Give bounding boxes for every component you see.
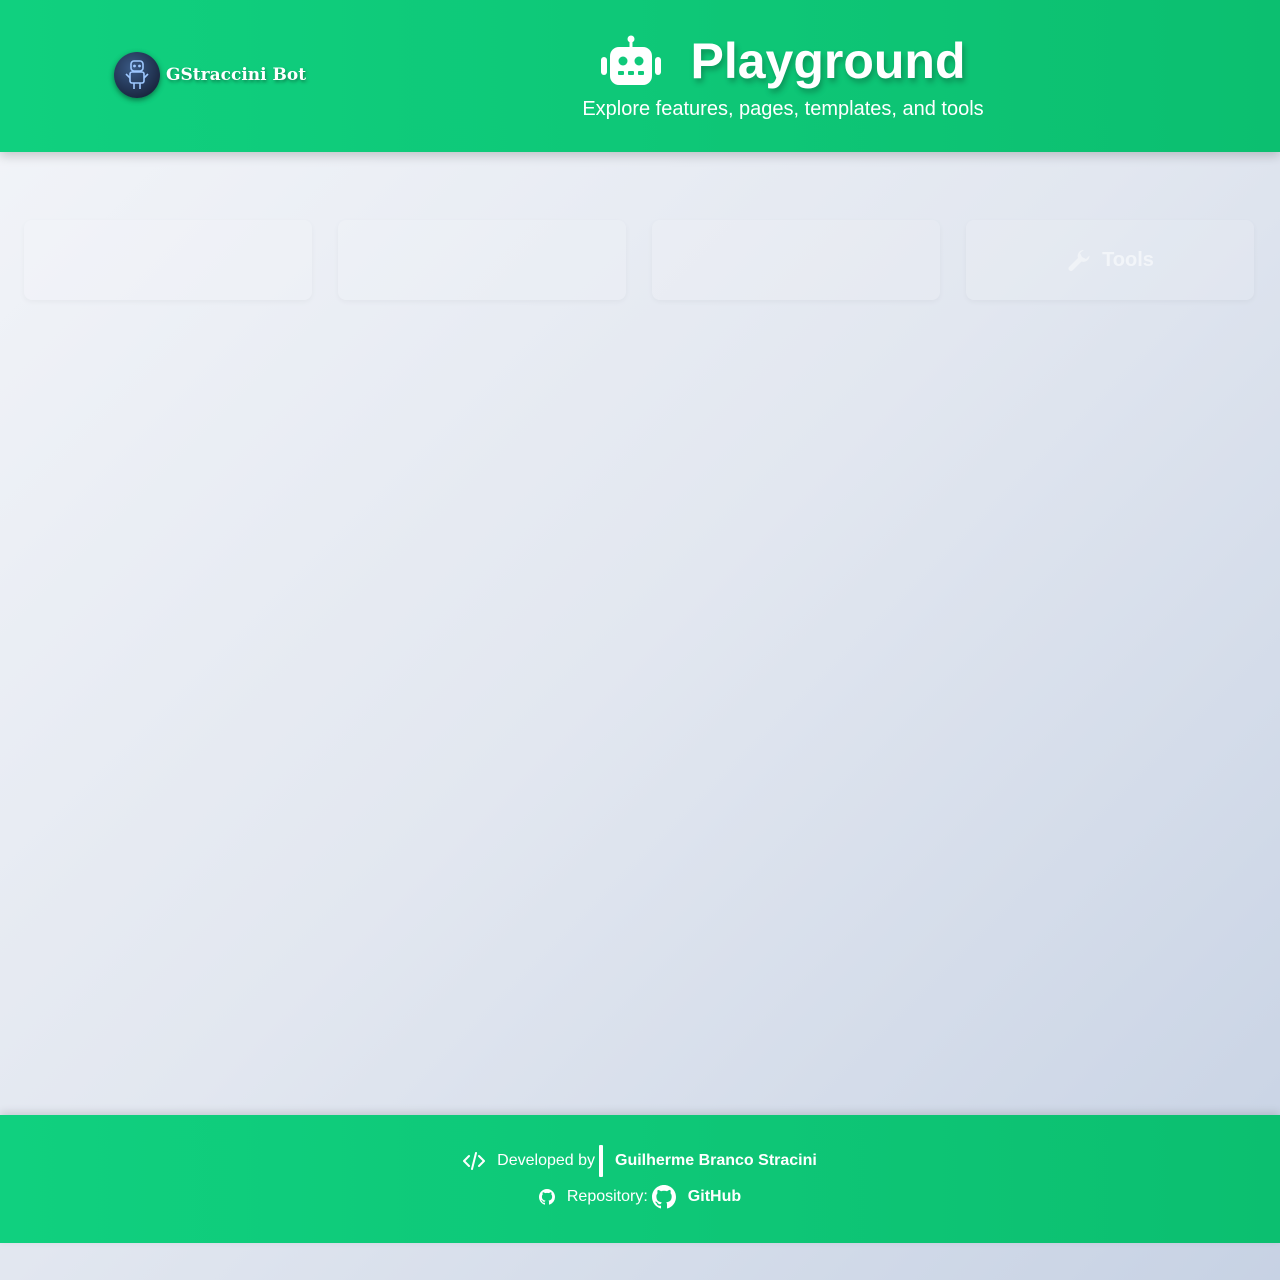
list-item[interactable] (996, 454, 1196, 502)
list-item[interactable] (368, 1039, 568, 1087)
list-item[interactable] (682, 714, 882, 762)
robot-avatar-icon (125, 60, 149, 89)
brand-avatar (114, 52, 160, 98)
list-item[interactable] (682, 324, 882, 372)
list-item[interactable] (368, 649, 568, 697)
list-item[interactable] (368, 974, 568, 1022)
repository-credit: Repository: GitHub (0, 1185, 1280, 1209)
wrench-icon (1068, 249, 1090, 271)
list-item[interactable] (368, 714, 568, 762)
playground-columns: Tools (24, 220, 1256, 1100)
column-2-header[interactable] (338, 220, 626, 300)
list-item[interactable] (54, 584, 254, 632)
developed-by-label: Developed by (497, 1152, 595, 1169)
list-item[interactable] (682, 519, 882, 567)
github-link-label: GitHub (687, 1188, 742, 1205)
list-item[interactable] (682, 389, 882, 437)
column-4-list (966, 300, 1254, 567)
list-item[interactable] (368, 844, 568, 892)
column-3-list (652, 300, 940, 827)
column-1 (24, 220, 312, 714)
column-2 (338, 220, 626, 1104)
list-item[interactable] (54, 649, 254, 697)
list-item[interactable] (368, 519, 568, 567)
column-1-header[interactable] (24, 220, 312, 300)
column-1-list (24, 300, 312, 697)
list-item[interactable] (682, 584, 882, 632)
developer-credit: Developed by Guilherme Branco Stracini (0, 1145, 1280, 1177)
github-icon (651, 1185, 676, 1209)
list-item[interactable] (682, 649, 882, 697)
robot-icon (601, 35, 662, 85)
column-4-header[interactable]: Tools (966, 220, 1254, 300)
column-4-label: Tools (1102, 248, 1154, 271)
brand-name: GStraccini Bot (166, 65, 307, 85)
list-item[interactable] (54, 389, 254, 437)
hero: Playground Explore features, pages, temp… (582, 34, 984, 121)
list-item[interactable] (996, 519, 1196, 567)
list-item[interactable] (368, 324, 568, 372)
repository-label: Repository: (566, 1188, 648, 1205)
list-item[interactable] (54, 454, 254, 502)
list-item[interactable] (368, 584, 568, 632)
app-header: GStraccini Bot Playground Explore featur… (0, 0, 1280, 152)
brand[interactable]: GStraccini Bot (114, 52, 306, 98)
list-item[interactable] (368, 389, 568, 437)
column-3-header[interactable] (652, 220, 940, 300)
column-3 (652, 220, 940, 844)
list-item[interactable] (996, 389, 1196, 437)
list-item[interactable] (682, 454, 882, 502)
list-item[interactable] (368, 779, 568, 827)
list-item[interactable] (996, 324, 1196, 372)
code-icon (463, 1152, 486, 1170)
column-2-list (338, 300, 626, 1087)
page-subtitle: Explore features, pages, templates, and … (582, 98, 984, 120)
app-footer: Developed by Guilherme Branco Stracini R… (0, 1115, 1280, 1243)
list-item[interactable] (682, 779, 882, 827)
author-name[interactable]: Guilherme Branco Stracini (615, 1152, 817, 1170)
hero-title-row: Playground (582, 34, 984, 88)
list-item[interactable] (368, 909, 568, 957)
footer-divider (599, 1145, 603, 1177)
page-title: Playground (690, 33, 966, 89)
list-item[interactable] (368, 454, 568, 502)
github-icon (538, 1189, 555, 1205)
list-item[interactable] (54, 324, 254, 372)
column-4: Tools (966, 220, 1254, 584)
list-item[interactable] (54, 519, 254, 567)
github-link[interactable]: GitHub (651, 1185, 742, 1209)
